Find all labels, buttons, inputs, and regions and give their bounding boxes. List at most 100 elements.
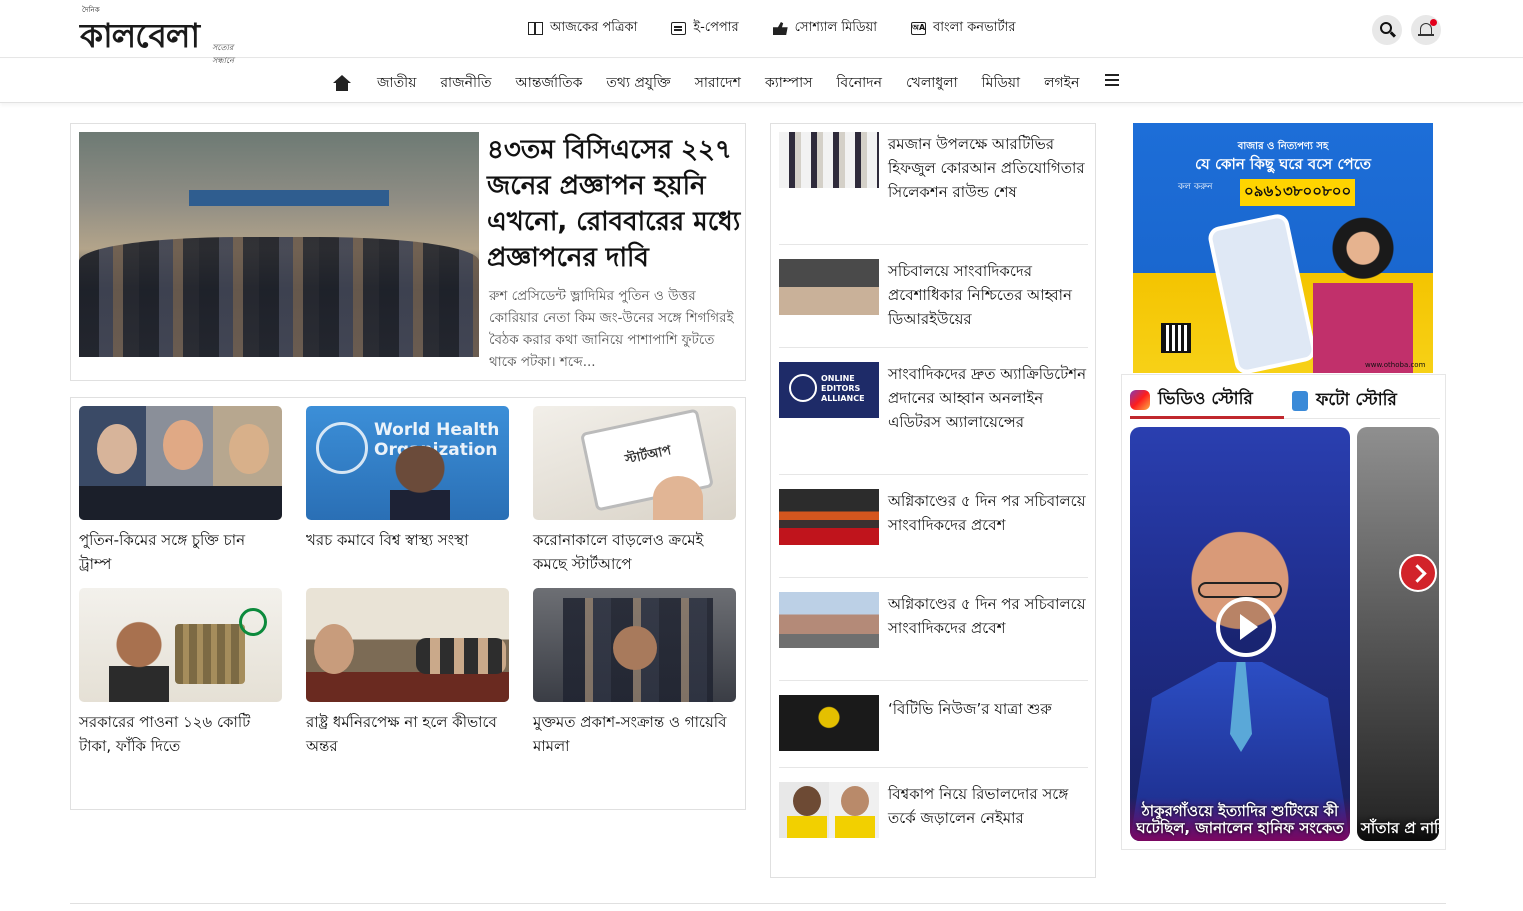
nav-item-media[interactable]: মিডিয়া bbox=[982, 71, 1020, 95]
lead-story-image[interactable] bbox=[79, 132, 479, 357]
grid-item-title[interactable]: পুতিন-কিমের সঙ্গে চুক্তি চান ট্রাম্প bbox=[79, 528, 282, 576]
advertisement-banner[interactable]: বাজার ও নিত্যপণ্য সহ যে কোন কিছু ঘরে বসে… bbox=[1133, 123, 1433, 373]
list-item-image[interactable]: ONLINE EDITORS ALLIANCE bbox=[779, 362, 879, 418]
grid-item-image[interactable] bbox=[79, 588, 282, 702]
qr-code-icon bbox=[1161, 323, 1191, 353]
lead-story-summary: রুশ প্রেসিডেন্ট ভ্লাদিমির পুতিন ও উত্তর … bbox=[489, 288, 734, 370]
nav-item-politics[interactable]: রাজনীতি bbox=[440, 71, 491, 95]
nav-item-login[interactable]: লগইন bbox=[1044, 71, 1079, 95]
nav-item-campus[interactable]: ক্যাম্পাস bbox=[765, 71, 812, 95]
list-item-image[interactable] bbox=[779, 489, 879, 545]
ad-headline: যে কোন কিছু ঘরে বসে পেতে bbox=[1195, 155, 1371, 173]
nav-item-country[interactable]: সারাদেশ bbox=[695, 71, 741, 95]
story-widget: ভিডিও স্টোরি ফটো স্টোরি ঠাকুরগাঁওয়ে ইত্… bbox=[1121, 374, 1446, 850]
bangla-converter-link[interactable]: অA বাংলা কনভার্টার bbox=[911, 18, 1016, 39]
todays-paper-link[interactable]: আজকের পত্রিকা bbox=[528, 18, 637, 39]
tab-photo-story-label: ফটো স্টোরি bbox=[1316, 390, 1397, 410]
news-grid: পুতিন-কিমের সঙ্গে চুক্তি চান ট্রাম্প Wor… bbox=[70, 397, 746, 810]
epaper-icon bbox=[671, 22, 687, 35]
nav-item-technology[interactable]: তথ্য প্রযুক্তি bbox=[606, 71, 670, 95]
ad-url: www.othoba.com bbox=[1365, 361, 1426, 369]
video-story-caption: সাঁতার প্র নাফিসা দি না bbox=[1357, 814, 1439, 841]
list-item[interactable]: অগ্নিকাণ্ডের ৫ দিন পর সচিবালয়ে সাংবাদিক… bbox=[779, 592, 1088, 681]
list-item[interactable]: রমজান উপলক্ষে আরটিভির হিফজুল কোরআন প্রতি… bbox=[779, 132, 1088, 245]
list-item-title[interactable]: অগ্নিকাণ্ডের ৫ দিন পর সচিবালয়ে সাংবাদিক… bbox=[888, 489, 1088, 537]
top-links: আজকের পত্রিকা ই-পেপার সোশ্যাল মিডিয়া অA… bbox=[528, 18, 1050, 39]
newspaper-grid-icon bbox=[528, 22, 543, 35]
nav-item-international[interactable]: আন্তর্জাতিক bbox=[516, 71, 583, 95]
bangla-converter-label: বাংলা কনভার্টার bbox=[933, 20, 1016, 35]
hamburger-menu-icon[interactable] bbox=[1105, 74, 1120, 86]
list-item-title[interactable]: সাংবাদিকদের দ্রুত অ্যাক্রিডিটেশন প্রদানে… bbox=[888, 362, 1088, 434]
phone-mockup-image bbox=[1206, 212, 1318, 373]
latest-news-list: রমজান উপলক্ষে আরটিভির হিফজুল কোরআন প্রতি… bbox=[770, 123, 1096, 878]
tab-video-story[interactable]: ভিডিও স্টোরি bbox=[1130, 383, 1284, 419]
epaper-label: ই-পেপার bbox=[693, 20, 739, 35]
tab-photo-story[interactable]: ফটো স্টোরি bbox=[1292, 383, 1397, 419]
list-item[interactable]: ONLINE EDITORS ALLIANCE সাংবাদিকদের দ্রু… bbox=[779, 362, 1088, 475]
list-item-title[interactable]: রমজান উপলক্ষে আরটিভির হিফজুল কোরআন প্রতি… bbox=[888, 132, 1088, 204]
grid-item[interactable]: সরকারের পাওনা ১২৬ কোটি টাকা, ফাঁকি দিতে bbox=[79, 588, 282, 758]
social-media-link[interactable]: সোশ্যাল মিডিয়া bbox=[772, 18, 878, 39]
grid-item-title[interactable]: রাষ্ট্র ধর্মনিরপেক্ষ না হলে কীভাবে অন্তর bbox=[306, 710, 509, 758]
list-item[interactable]: সচিবালয়ে সাংবাদিকদের প্রবেশাধিকার নিশ্চ… bbox=[779, 259, 1088, 348]
top-header: দৈনিক কালবেলা সত্যের সন্ধানে আজকের পত্রি… bbox=[0, 0, 1523, 65]
grid-item-title[interactable]: সরকারের পাওনা ১২৬ কোটি টাকা, ফাঁকি দিতে bbox=[79, 710, 282, 758]
list-item-title[interactable]: অগ্নিকাণ্ডের ৫ দিন পর সচিবালয়ে সাংবাদিক… bbox=[888, 592, 1088, 640]
grid-item[interactable]: মুক্তমত প্রকাশ-সংক্রান্ত ও গায়েবি মামলা bbox=[533, 588, 736, 758]
notification-dot bbox=[1430, 19, 1437, 26]
main-nav: জাতীয় রাজনীতি আন্তর্জাতিক তথ্য প্রযুক্ত… bbox=[0, 59, 1523, 103]
video-story-icon bbox=[1130, 389, 1150, 410]
nav-item-sports[interactable]: খেলাধুলা bbox=[906, 71, 958, 95]
grid-item-image[interactable] bbox=[79, 406, 282, 520]
epaper-link[interactable]: ই-পেপার bbox=[671, 18, 739, 39]
next-section-divider bbox=[70, 903, 1446, 911]
list-image-text: ONLINE EDITORS ALLIANCE bbox=[821, 374, 865, 403]
grid-item[interactable]: স্টার্টআপ করোনাকালে বাড়লেও ক্রমেই কমছে … bbox=[533, 406, 736, 576]
lead-story-title[interactable]: ৪৩তম বিসিএসের ২২৭ জনের প্রজ্ঞাপন হয়নি এ… bbox=[487, 132, 741, 276]
list-item-title[interactable]: ‘বিটিভি নিউজ’র যাত্রা শুরু bbox=[888, 697, 1088, 721]
grid-item-image[interactable] bbox=[306, 588, 509, 702]
grid-item[interactable]: রাষ্ট্র ধর্মনিরপেক্ষ না হলে কীভাবে অন্তর bbox=[306, 588, 509, 758]
play-icon[interactable] bbox=[1216, 597, 1276, 657]
video-story-caption: ঠাকুরগাঁওয়ে ইত্যাদির শুটিংয়ে কী ঘটেছিল… bbox=[1130, 797, 1350, 841]
list-item-image[interactable] bbox=[779, 592, 879, 648]
list-item-image[interactable] bbox=[779, 782, 879, 838]
grid-item[interactable]: পুতিন-কিমের সঙ্গে চুক্তি চান ট্রাম্প bbox=[79, 406, 282, 576]
nav-item-national[interactable]: জাতীয় bbox=[377, 71, 416, 95]
notification-button[interactable] bbox=[1411, 15, 1441, 45]
list-item-image[interactable] bbox=[779, 695, 879, 751]
nav-item-entertainment[interactable]: বিনোদন bbox=[836, 71, 882, 95]
social-media-label: সোশ্যাল মিডিয়া bbox=[794, 20, 878, 35]
grid-item-image[interactable]: স্টার্টআপ bbox=[533, 406, 736, 520]
video-story-card[interactable]: ঠাকুরগাঁওয়ে ইত্যাদির শুটিংয়ে কী ঘটেছিল… bbox=[1130, 427, 1350, 841]
grid-item-image[interactable] bbox=[533, 588, 736, 702]
grid-item-image[interactable]: World Health Organization bbox=[306, 406, 509, 520]
carousel-next-icon[interactable] bbox=[1399, 554, 1437, 592]
list-item[interactable]: বিশ্বকাপ নিয়ে রিভালদোর সঙ্গে তর্কে জড়া… bbox=[779, 782, 1088, 852]
tab-video-story-label: ভিডিও স্টোরি bbox=[1158, 388, 1253, 409]
site-logo[interactable]: দৈনিক কালবেলা সত্যের সন্ধানে bbox=[80, 4, 255, 65]
grid-item-title[interactable]: করোনাকালে বাড়লেও ক্রমেই কমছে স্টার্টআপে bbox=[533, 528, 736, 576]
list-item-image[interactable] bbox=[779, 132, 879, 188]
home-icon[interactable] bbox=[333, 75, 351, 91]
ad-phone-number[interactable]: ০৯৬১৩৮০০৮০০ bbox=[1240, 179, 1356, 206]
list-item[interactable]: ‘বিটিভি নিউজ’র যাত্রা শুরু bbox=[779, 695, 1088, 768]
logo-name: কালবেলা bbox=[80, 16, 200, 55]
todays-paper-label: আজকের পত্রিকা bbox=[550, 20, 638, 35]
thumbs-up-icon bbox=[772, 22, 788, 35]
list-item[interactable]: অগ্নিকাণ্ডের ৫ দিন পর সচিবালয়ে সাংবাদিক… bbox=[779, 489, 1088, 578]
list-item-title[interactable]: বিশ্বকাপ নিয়ে রিভালদোর সঙ্গে তর্কে জড়া… bbox=[888, 782, 1088, 830]
language-converter-icon: অA bbox=[911, 22, 927, 35]
video-story-card[interactable]: সাঁতার প্র নাফিসা দি না bbox=[1357, 427, 1439, 841]
list-item-title[interactable]: সচিবালয়ে সাংবাদিকদের প্রবেশাধিকার নিশ্চ… bbox=[888, 259, 1088, 331]
ad-model-image bbox=[1313, 213, 1413, 373]
lead-story[interactable]: ৪৩তম বিসিএসের ২২৭ জনের প্রজ্ঞাপন হয়নি এ… bbox=[70, 123, 746, 381]
ad-call-label: কল করুন bbox=[1178, 182, 1213, 192]
search-button[interactable] bbox=[1372, 15, 1402, 45]
grid-item-title[interactable]: খরচ কমাবে বিশ্ব স্বাস্থ্য সংস্থা bbox=[306, 528, 509, 552]
grid-item-title[interactable]: মুক্তমত প্রকাশ-সংক্রান্ত ও গায়েবি মামলা bbox=[533, 710, 736, 758]
grid-item[interactable]: World Health Organization খরচ কমাবে বিশ্… bbox=[306, 406, 509, 552]
story-tabs: ভিডিও স্টোরি ফটো স্টোরি bbox=[1130, 383, 1440, 419]
list-item-image[interactable] bbox=[779, 259, 879, 315]
